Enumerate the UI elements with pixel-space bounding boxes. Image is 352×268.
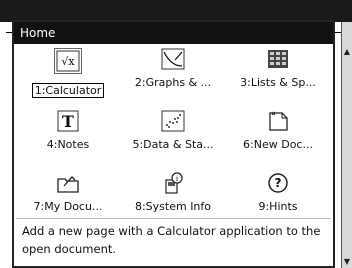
app-label: 1:Calculator bbox=[31, 83, 105, 98]
home-title: Home bbox=[14, 22, 333, 44]
app-label: 4:Notes bbox=[46, 138, 90, 151]
svg-text:√x: √x bbox=[61, 55, 75, 68]
graphs-icon bbox=[161, 48, 185, 70]
svg-text:T: T bbox=[62, 112, 74, 131]
app-label: 3:Lists & Sp... bbox=[240, 76, 316, 89]
document-tab-bar bbox=[0, 0, 352, 22]
app-label: 8:System Info bbox=[134, 200, 212, 213]
new-document-icon bbox=[269, 111, 288, 131]
lists-spreadsheet-icon bbox=[268, 50, 288, 68]
app-calculator[interactable]: √x 1:Calculator bbox=[16, 48, 120, 106]
notes-icon: T bbox=[57, 110, 79, 132]
app-graphs[interactable]: 2:Graphs & ... bbox=[121, 48, 225, 106]
app-notes[interactable]: T 4:Notes bbox=[16, 110, 120, 168]
hints-icon: ? bbox=[268, 173, 288, 193]
system-info-icon: i bbox=[165, 172, 183, 194]
app-label: 2:Graphs & ... bbox=[134, 76, 212, 89]
app-description: Add a new page with a Calculator applica… bbox=[22, 224, 321, 256]
document-scrollbar[interactable]: ▲ ▼ bbox=[341, 22, 352, 268]
scroll-up-icon[interactable]: ▲ bbox=[343, 48, 351, 56]
calculator-icon: √x bbox=[56, 50, 80, 72]
divider bbox=[16, 218, 331, 219]
app-label: 6:New Doc... bbox=[243, 138, 313, 151]
svg-text:?: ? bbox=[275, 176, 282, 190]
my-documents-icon bbox=[57, 176, 79, 193]
app-new-document[interactable]: 6:New Doc... bbox=[226, 110, 330, 168]
app-label: 7:My Docu... bbox=[33, 200, 103, 213]
home-menu: Home √x 1:Calculator 2:Graphs & ... 3:Li… bbox=[12, 20, 335, 268]
calculator-icon-frame: √x bbox=[54, 48, 82, 74]
data-statistics-icon bbox=[161, 110, 185, 132]
app-lists-spreadsheet[interactable]: 3:Lists & Sp... bbox=[226, 48, 330, 106]
app-label: 9:Hints bbox=[258, 200, 298, 213]
app-data-statistics[interactable]: 5:Data & Sta... bbox=[121, 110, 225, 168]
app-label: 5:Data & Sta... bbox=[132, 138, 214, 151]
scroll-down-icon[interactable]: ▼ bbox=[343, 258, 351, 266]
